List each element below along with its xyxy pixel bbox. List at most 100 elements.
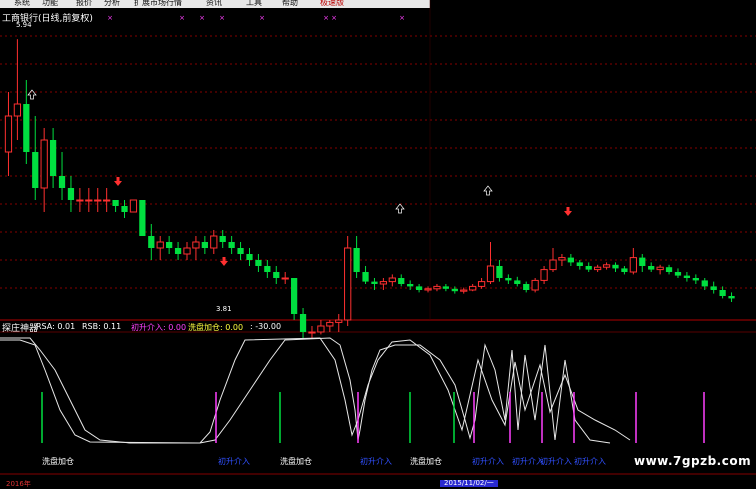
candle-body: [415, 286, 423, 290]
candle-body: [621, 268, 628, 272]
candle-body: [496, 266, 503, 278]
candle-body: [531, 279, 539, 291]
marker: ×: [323, 14, 329, 22]
candle-body: [728, 296, 735, 299]
candle-body: [148, 236, 155, 248]
candle-body: [121, 206, 128, 212]
candle-body: [344, 247, 352, 321]
indicator-name: 探庄神器: [2, 324, 39, 334]
signal1-label: 初升介入: 0.00: [131, 323, 187, 332]
candle-body: [103, 199, 111, 202]
candle-body: [585, 266, 592, 270]
buy-arrow: [564, 207, 572, 216]
grid-lines: × × × × × × × ×: [0, 0, 756, 475]
signal-label: 初升介入: [540, 457, 572, 466]
candle-body: [335, 319, 343, 323]
candle-body: [639, 257, 646, 266]
stock-chart[interactable]: × × × × × × × ×: [0, 0, 756, 487]
candle-body: [371, 281, 378, 284]
candle-body: [442, 286, 450, 289]
marker: ×: [179, 14, 185, 22]
candle-body: [255, 260, 262, 266]
signal-label: 洗盘加仓: [410, 457, 442, 466]
candle-body: [576, 262, 583, 266]
price-low-label: 3.81: [216, 305, 232, 313]
candle-body: [58, 176, 66, 188]
candle-body: [629, 257, 637, 273]
candle-body: [49, 140, 57, 176]
candle-body: [451, 288, 458, 292]
sell-arrow: [27, 89, 37, 100]
date-tag: 2015/11/02/一: [440, 480, 498, 487]
candle-body: [719, 290, 726, 296]
candle-body: [683, 275, 691, 278]
candle-body: [129, 199, 138, 213]
candle-body: [477, 281, 486, 287]
candle-body: [85, 199, 93, 202]
candle-body: [353, 248, 360, 272]
candle-body: [407, 284, 414, 287]
candle-body: [523, 284, 530, 290]
top-markers: × × × × × × × ×: [107, 14, 405, 22]
watermark: www.7gpzb.com: [634, 454, 752, 468]
candle-body: [290, 278, 298, 314]
candle-body: [612, 264, 619, 269]
candle-body: [192, 241, 200, 249]
rsb-label: RSB: 0.11: [82, 322, 122, 331]
candle-body: [656, 266, 664, 271]
candle-body: [299, 314, 307, 332]
candle-body: [388, 277, 396, 283]
candle-body: [308, 331, 316, 334]
sell-arrow: [395, 203, 405, 214]
rsa-label: RSA: 0.01: [36, 322, 76, 331]
candle-body: [139, 200, 146, 236]
candle-body: [602, 264, 611, 268]
signal-label: 初升介入: [472, 457, 504, 466]
candle-body: [13, 103, 22, 117]
marker: ×: [259, 14, 265, 22]
candle-body: [273, 272, 280, 278]
candle-body: [460, 289, 468, 292]
bottom-date-label: 2016年: [6, 480, 31, 488]
candle-body: [710, 286, 717, 290]
candle-body: [424, 288, 432, 291]
candle-body: [76, 199, 84, 202]
candle-body: [281, 277, 289, 280]
candle-body: [648, 266, 655, 270]
signal-label: 洗盘加仓: [42, 457, 74, 466]
marker: ×: [331, 14, 337, 22]
signal2-label: 洗盘加仓: 0.00: [188, 323, 244, 332]
candle-body: [379, 281, 388, 285]
candle-body: [558, 257, 566, 261]
candle-body: [469, 285, 477, 291]
candle-body: [112, 200, 119, 206]
candle-body: [246, 254, 253, 260]
candle-body: [692, 278, 699, 281]
rsa-line: [0, 337, 611, 444]
candle-body: [264, 266, 271, 272]
candle-body: [23, 104, 30, 152]
signal-label: 初升介入: [360, 457, 392, 466]
candle-body: [228, 242, 235, 248]
candle-body: [317, 325, 325, 333]
buy-arrow: [114, 177, 122, 186]
candle-body: [201, 242, 208, 248]
signal-label: 初升介入: [574, 457, 606, 466]
candlesticks: [4, 39, 735, 338]
indicator-value-label: : -30.00: [250, 322, 282, 331]
candle-body: [505, 278, 512, 281]
marker: ×: [107, 14, 113, 22]
candle-body: [433, 285, 441, 290]
candle-body: [701, 280, 708, 287]
candle-body: [94, 199, 102, 202]
candle-body: [237, 248, 244, 254]
signal-label: 初升介入: [218, 457, 250, 466]
marker: ×: [199, 14, 205, 22]
marker: ×: [399, 14, 405, 22]
candle-body: [674, 272, 682, 276]
candle-body: [665, 267, 673, 272]
rsb-line: [0, 337, 631, 444]
candle-body: [67, 188, 75, 200]
candle-body: [183, 247, 191, 255]
candle-body: [540, 269, 548, 281]
